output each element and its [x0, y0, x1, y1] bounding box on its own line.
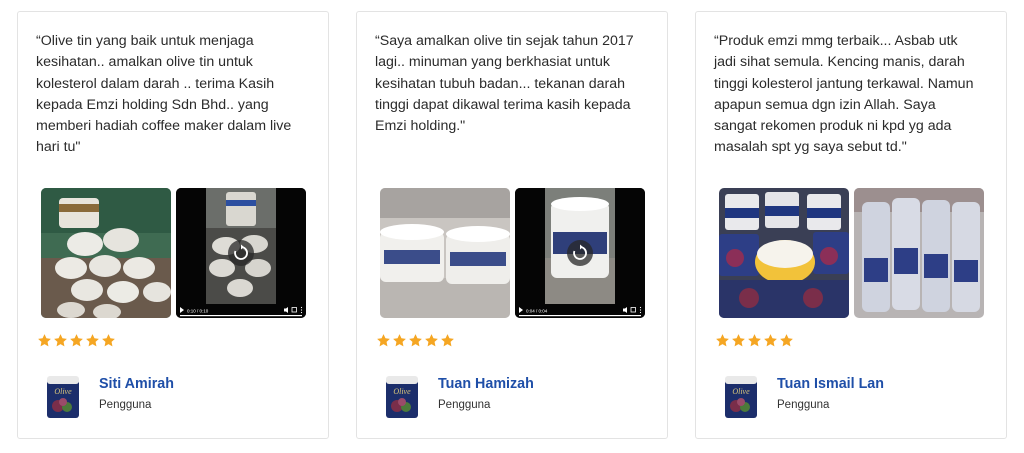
star-icon	[38, 334, 51, 347]
more-options-icon	[639, 306, 642, 314]
star-icon	[70, 334, 83, 347]
fullscreen-icon	[630, 307, 636, 313]
more-options-icon	[300, 306, 303, 314]
video-controls[interactable]: 0:10 / 0:10	[176, 302, 306, 318]
testimonial-quote: “Olive tin yang baik untuk menjaga kesih…	[36, 33, 292, 156]
star-rating	[715, 333, 794, 351]
star-icon	[764, 334, 777, 347]
reviewer-role: Pengguna	[777, 399, 830, 411]
star-rating	[376, 333, 455, 351]
fullscreen-icon	[291, 307, 297, 313]
testimonial-photo[interactable]	[41, 188, 171, 318]
volume-icon	[284, 307, 288, 313]
testimonial-video[interactable]: 0:10 / 0:10	[176, 188, 306, 318]
testimonial-video[interactable]: 0:04 / 0:04	[515, 188, 645, 318]
star-icon	[425, 334, 438, 347]
testimonial-card: “Olive tin yang baik untuk menjaga kesih…	[17, 11, 329, 439]
reviewer-role: Pengguna	[438, 399, 491, 411]
star-icon	[54, 334, 67, 347]
testimonial-quote: “Saya amalkan olive tin sejak tahun 2017…	[375, 33, 634, 135]
star-icon	[748, 334, 761, 347]
star-icon	[780, 334, 793, 347]
testimonial-card: “Produk emzi mmg terbaik... Asbab utk ja…	[695, 11, 1007, 439]
play-icon	[180, 307, 184, 313]
reviewer-name: Tuan Ismail Lan	[777, 376, 884, 392]
video-time: 0:10 / 0:10	[187, 309, 209, 314]
testimonial-quote: “Produk emzi mmg terbaik... Asbab utk ja…	[714, 33, 974, 156]
video-controls[interactable]: 0:04 / 0:04	[515, 302, 645, 318]
video-time: 0:04 / 0:04	[526, 309, 548, 314]
star-icon	[393, 334, 406, 347]
star-icon	[377, 334, 390, 347]
play-icon	[519, 307, 523, 313]
testimonial-card: “Saya amalkan olive tin sejak tahun 2017…	[356, 11, 668, 439]
replay-icon[interactable]	[228, 240, 254, 266]
avatar: Olive	[386, 376, 418, 418]
reviewer-role: Pengguna	[99, 399, 152, 411]
star-icon	[716, 334, 729, 347]
avatar: Olive	[47, 376, 79, 418]
star-icon	[409, 334, 422, 347]
svg-text:Olive: Olive	[393, 387, 411, 396]
avatar: Olive	[725, 376, 757, 418]
star-icon	[102, 334, 115, 347]
star-rating	[37, 333, 116, 351]
testimonial-photo[interactable]	[380, 188, 510, 318]
reviewer-name: Tuan Hamizah	[438, 376, 534, 392]
star-icon	[441, 334, 454, 347]
volume-icon	[623, 307, 627, 313]
testimonials-section: “Olive tin yang baik untuk menjaga kesih…	[0, 0, 1024, 453]
testimonial-photo[interactable]	[854, 188, 984, 318]
svg-text:Olive: Olive	[54, 387, 72, 396]
star-icon	[86, 334, 99, 347]
star-icon	[732, 334, 745, 347]
replay-icon[interactable]	[567, 240, 593, 266]
reviewer-name: Siti Amirah	[99, 376, 174, 392]
testimonial-photo[interactable]	[719, 188, 849, 318]
svg-text:Olive: Olive	[732, 387, 750, 396]
